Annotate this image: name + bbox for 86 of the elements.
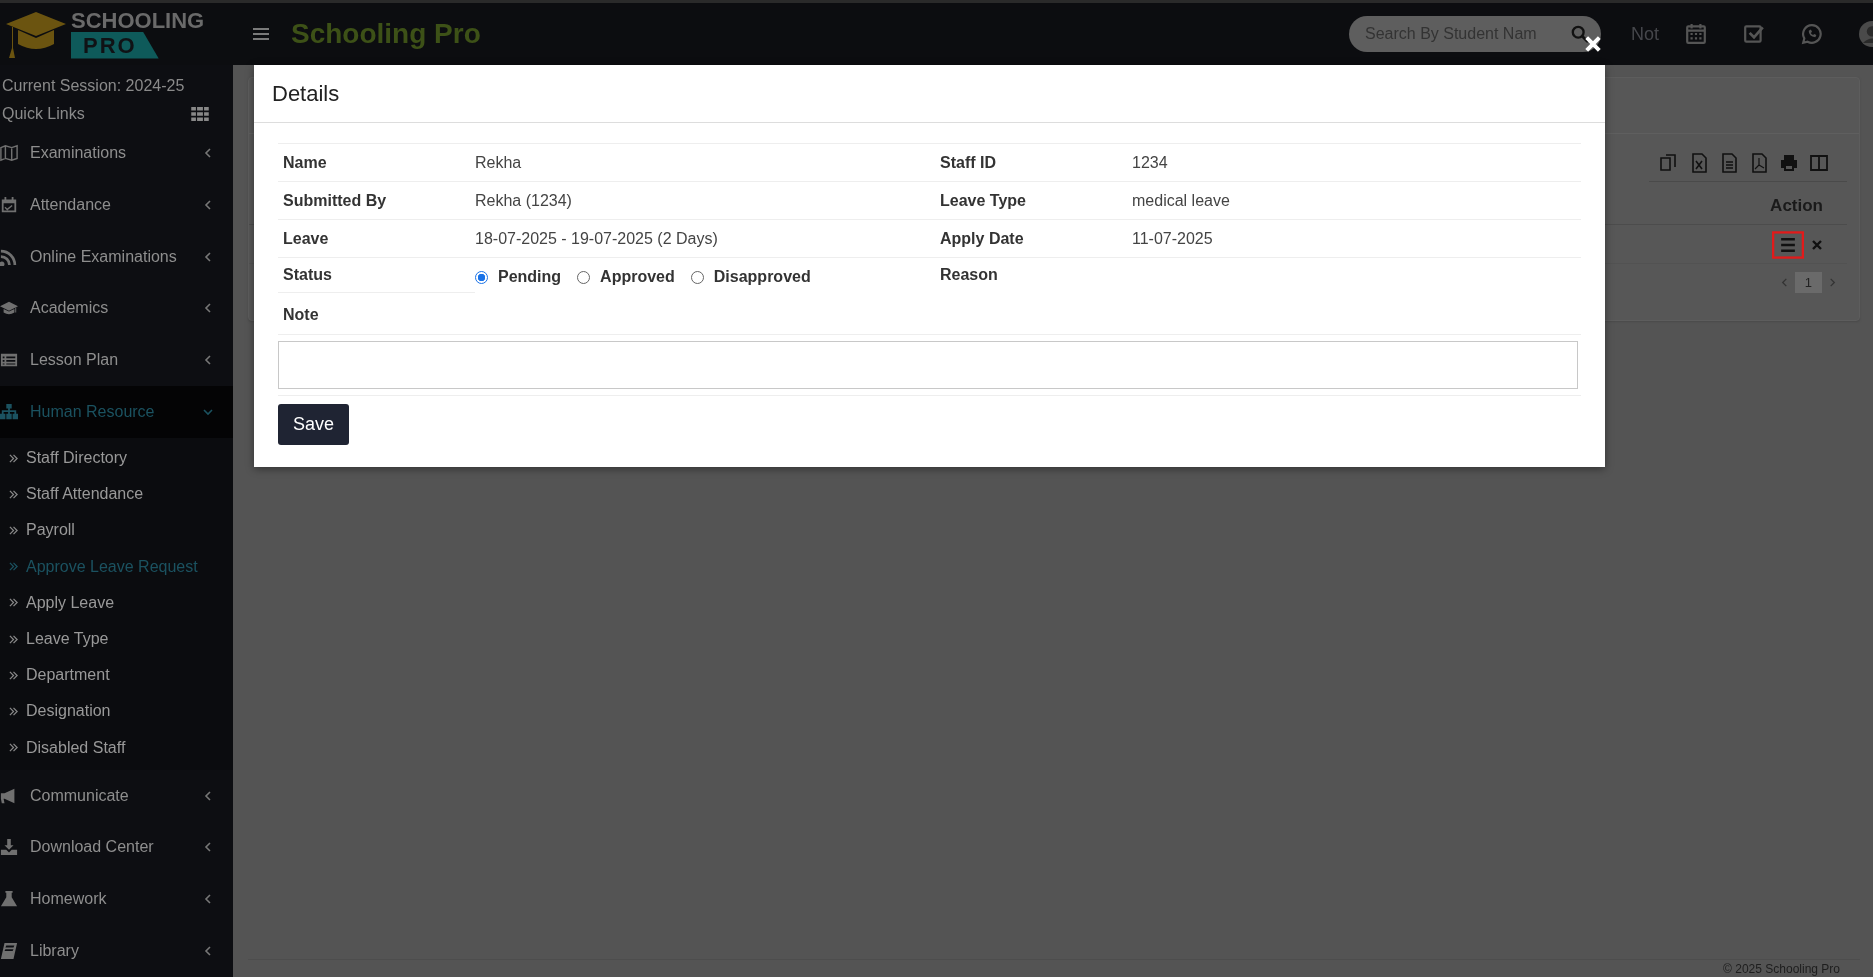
radio-option[interactable]: Pending <box>475 268 562 286</box>
field-value: medical leave <box>1132 191 1231 210</box>
nav-item[interactable]: Communicate <box>0 769 233 822</box>
chevron-icon <box>203 251 213 262</box>
nav-item[interactable]: Lesson Plan <box>0 334 233 387</box>
columns-icon[interactable] <box>1809 153 1829 173</box>
save-button[interactable]: Save <box>278 404 350 445</box>
grid-icon[interactable] <box>191 106 209 121</box>
double-chevron-icon <box>9 598 18 608</box>
sub-nav-item[interactable]: Staff Attendance <box>0 476 233 513</box>
dialog-title: Details <box>272 80 340 107</box>
menu-icon[interactable] <box>1772 231 1804 259</box>
field-label: Status <box>278 266 475 293</box>
map-icon <box>0 143 18 162</box>
nav-item[interactable]: Download Center <box>0 821 233 874</box>
radio-button[interactable] <box>475 270 488 284</box>
double-chevron-icon <box>9 706 18 716</box>
quick-links-text[interactable]: Quick Links <box>2 104 85 123</box>
menu-icon[interactable] <box>253 27 269 41</box>
chevron-icon <box>203 894 213 905</box>
calendar-icon[interactable] <box>1685 23 1707 45</box>
nav-item[interactable]: Online Examinations <box>0 230 233 283</box>
document-icon[interactable] <box>1719 153 1739 173</box>
field-value: Rekha <box>475 153 523 172</box>
note-field[interactable] <box>278 341 1578 389</box>
radio-option[interactable]: Approved <box>577 268 675 286</box>
pdf-icon[interactable] <box>1749 153 1769 173</box>
field-value: Rekha (1234) <box>475 191 573 210</box>
sub-nav-item[interactable]: Disabled Staff <box>0 729 233 766</box>
field-label: Leave Type <box>939 191 1027 210</box>
chevron-icon <box>203 842 213 853</box>
radio-option[interactable]: Disapproved <box>690 268 811 286</box>
sub-nav-item[interactable]: Payroll <box>0 512 233 549</box>
sub-nav-item[interactable]: Leave Type <box>0 620 233 658</box>
field-label: Leave <box>282 229 330 248</box>
nav-item[interactable]: Library <box>0 925 233 977</box>
nav-item[interactable]: Academics <box>0 282 233 335</box>
field-value: 1234 <box>1132 153 1169 172</box>
download-icon <box>0 838 18 857</box>
nav-item[interactable]: Homework <box>0 873 233 926</box>
checkbox-icon[interactable] <box>1743 23 1765 45</box>
nav-item[interactable]: Examinations <box>0 126 233 179</box>
print-icon[interactable] <box>1779 153 1799 173</box>
chevron-icon <box>203 946 213 957</box>
field-label: Reason <box>939 266 999 284</box>
chevron-icon <box>203 303 213 314</box>
field-label: Apply Date <box>939 229 1025 248</box>
double-chevron-icon <box>9 562 18 572</box>
field-value: 11-07-2025 <box>1132 229 1214 248</box>
double-chevron-icon <box>9 525 18 535</box>
whatsapp-icon[interactable] <box>1801 23 1823 45</box>
chevron-left-icon[interactable] <box>1779 278 1789 287</box>
nav-item[interactable]: Attendance <box>0 178 233 231</box>
sub-nav-item[interactable]: Staff Directory <box>0 440 233 477</box>
book-icon <box>0 942 18 961</box>
sub-nav-item[interactable]: Department <box>0 657 233 694</box>
field-label: Note <box>282 306 319 324</box>
field-label: Submitted By <box>282 191 388 210</box>
double-chevron-icon <box>9 743 18 753</box>
chevron-icon <box>203 407 213 418</box>
sub-nav-item[interactable]: Apply Leave <box>0 584 233 621</box>
spreadsheet-icon[interactable] <box>1689 153 1709 173</box>
sub-nav-item[interactable]: Designation <box>0 693 233 730</box>
copy-icon[interactable] <box>1659 153 1679 173</box>
chevron-icon <box>203 790 213 801</box>
flask-icon <box>0 890 18 909</box>
column-header: Action <box>1770 196 1823 216</box>
chevron-icon <box>203 355 213 366</box>
rss-icon <box>0 247 18 266</box>
search-icon[interactable] <box>1571 25 1589 43</box>
chevron-icon <box>203 147 213 158</box>
logo-badge: PRO <box>71 31 159 59</box>
chevron-right-icon[interactable] <box>1828 278 1837 287</box>
double-chevron-icon <box>9 489 18 499</box>
double-chevron-icon <box>9 670 18 680</box>
app-title: Schooling Pro <box>291 18 481 50</box>
field-label: Name <box>282 153 328 172</box>
double-chevron-icon <box>9 453 18 463</box>
org-chart-icon <box>0 403 18 422</box>
session-text: Current Session: 2024-25 <box>1 76 186 96</box>
field-label: Staff ID <box>939 153 997 172</box>
logo-text: SCHOOLING <box>71 9 205 32</box>
chevron-icon <box>203 199 213 210</box>
field-value: 18-07-2025 - 19-07-2025 (2 Days) <box>475 229 719 248</box>
calendar-icon <box>0 195 18 214</box>
double-chevron-icon <box>9 634 18 644</box>
